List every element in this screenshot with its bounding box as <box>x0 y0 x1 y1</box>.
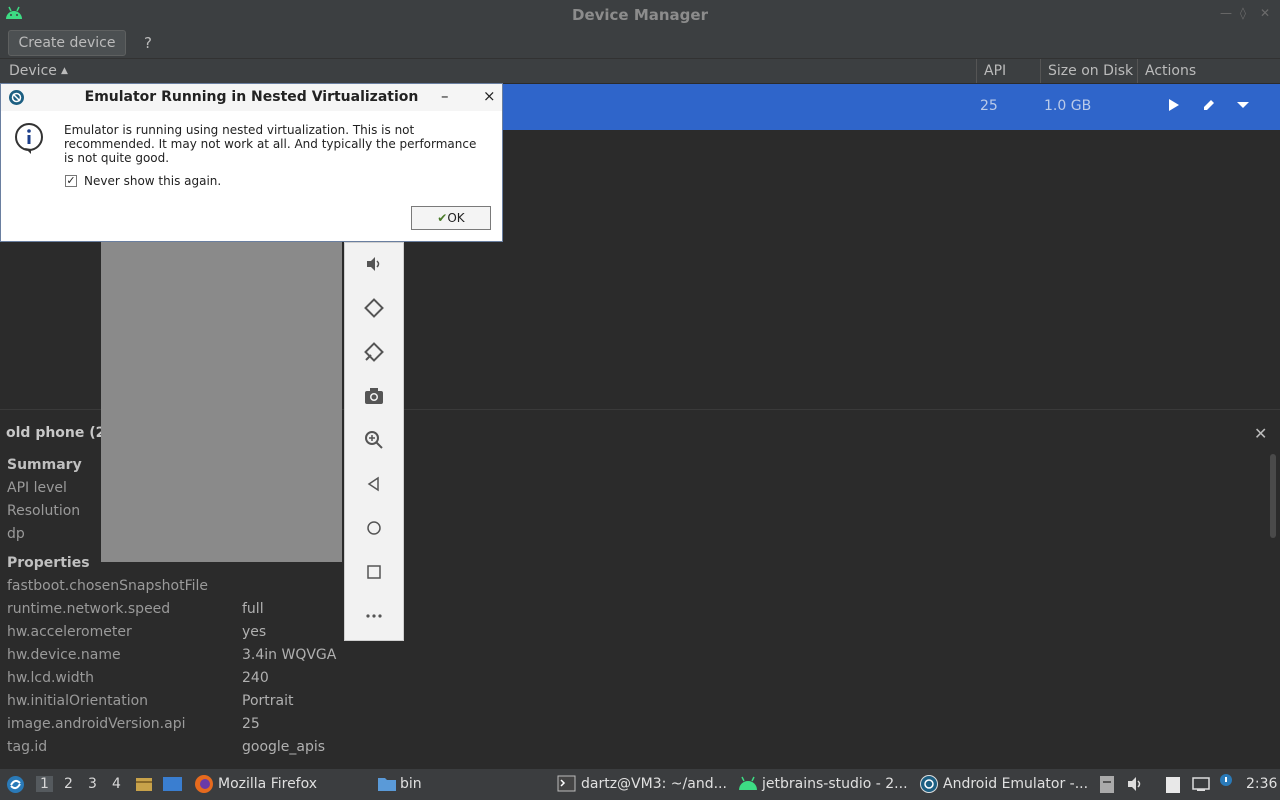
emulator-icon <box>920 775 938 793</box>
details-scrollbar[interactable] <box>1270 454 1276 538</box>
rotate-left-icon[interactable] <box>345 293 403 323</box>
volume-icon[interactable] <box>1126 775 1144 793</box>
clock[interactable]: 2:36 <box>1246 776 1277 792</box>
property-label: runtime.network.speed <box>7 601 171 617</box>
column-device[interactable]: Device <box>9 63 57 79</box>
device-table-header: Device ▲ API Size on Disk Actions <box>0 59 1280 84</box>
task-terminal[interactable]: dartz@VM3: ~/and... <box>581 776 727 792</box>
chevron-down-icon[interactable] <box>1236 100 1250 110</box>
property-label: tag.id <box>7 739 48 755</box>
summary-heading: Summary <box>7 457 82 473</box>
notes-icon[interactable] <box>1164 774 1182 794</box>
emulator-screen[interactable] <box>101 242 342 562</box>
zoom-icon[interactable] <box>345 425 403 455</box>
network-icon[interactable] <box>1191 775 1211 793</box>
property-value: full <box>242 601 264 617</box>
never-show-checkbox[interactable]: ✓ <box>65 175 77 187</box>
property-label: hw.accelerometer <box>7 624 132 640</box>
nested-virtualization-dialog: Emulator Running in Nested Virtualizatio… <box>0 83 503 242</box>
task-android-emulator[interactable]: Android Emulator -... <box>943 776 1088 792</box>
task-jetbrains-studio[interactable]: jetbrains-studio - 2... <box>762 776 908 792</box>
property-value: Portrait <box>242 693 294 709</box>
window-titlebar: Device Manager — ◊ ✕ <box>0 0 1280 29</box>
dialog-title: Emulator Running in Nested Virtualizatio… <box>84 89 419 105</box>
info-icon <box>15 123 43 154</box>
rotate-right-icon[interactable] <box>345 337 403 367</box>
column-divider[interactable] <box>1137 59 1138 83</box>
window-title: Device Manager <box>572 6 708 24</box>
column-api[interactable]: API <box>984 63 1006 79</box>
back-icon[interactable] <box>345 469 403 499</box>
workspace-3[interactable]: 3 <box>88 776 97 792</box>
checkmark-icon: ✔ <box>437 211 448 225</box>
launch-play-icon[interactable] <box>1167 98 1181 112</box>
minimize-icon[interactable]: — <box>1220 6 1232 20</box>
property-value: 25 <box>242 716 260 732</box>
row-api: 25 <box>980 98 998 114</box>
clipboard-icon[interactable] <box>1099 774 1115 794</box>
file-manager-icon[interactable] <box>135 775 153 793</box>
column-size[interactable]: Size on Disk <box>1048 63 1133 79</box>
terminal-icon <box>557 775 576 792</box>
android-icon <box>739 776 757 790</box>
notification-icon[interactable] <box>1217 773 1235 793</box>
home-icon[interactable] <box>345 513 403 543</box>
close-window-icon[interactable]: ✕ <box>1260 6 1270 20</box>
firefox-icon <box>195 775 213 793</box>
summary-label: Resolution <box>7 503 81 519</box>
property-value: 240 <box>242 670 269 686</box>
more-options-icon[interactable] <box>345 601 403 631</box>
taskbar: 1 2 3 4 Mozilla Firefox bin dartz@VM3: ~… <box>0 769 1280 800</box>
workspace-4[interactable]: 4 <box>112 776 121 792</box>
property-label: hw.initialOrientation <box>7 693 149 709</box>
summary-label: API level <box>7 480 67 496</box>
dialog-message: Emulator is running using nested virtual… <box>64 123 477 165</box>
create-device-button[interactable]: Create device <box>8 30 126 56</box>
properties-heading: Properties <box>7 555 90 571</box>
close-details-icon[interactable]: ✕ <box>1254 424 1267 443</box>
camera-icon[interactable] <box>345 381 403 411</box>
restore-icon[interactable]: ◊ <box>1240 6 1246 20</box>
never-show-label[interactable]: Never show this again. <box>84 174 221 188</box>
folder-icon <box>378 778 396 791</box>
column-divider[interactable] <box>976 59 977 83</box>
workspace-1[interactable]: 1 <box>36 776 53 792</box>
column-actions[interactable]: Actions <box>1145 63 1196 79</box>
dialog-minimize-button[interactable]: – <box>441 87 449 105</box>
property-label: fastboot.chosenSnapshotFile <box>7 578 209 594</box>
details-title: old phone (2 <box>6 425 106 441</box>
dialog-close-button[interactable]: × <box>483 87 496 105</box>
start-menu-icon[interactable] <box>6 775 25 794</box>
property-value: 3.4in WQVGA <box>242 647 337 663</box>
summary-label: dp <box>7 526 25 542</box>
ok-label: OK <box>447 211 465 225</box>
property-value: yes <box>242 624 267 640</box>
ok-button[interactable]: ✔OK <box>411 206 491 230</box>
property-label: hw.lcd.width <box>7 670 95 686</box>
row-size: 1.0 GB <box>1044 98 1092 114</box>
task-firefox[interactable]: Mozilla Firefox <box>218 776 317 792</box>
workspace-2[interactable]: 2 <box>64 776 73 792</box>
toolbar: Create device ? <box>0 29 1280 59</box>
dialog-titlebar[interactable]: Emulator Running in Nested Virtualizatio… <box>1 84 502 111</box>
desktop-icon[interactable] <box>162 775 183 793</box>
help-button[interactable]: ? <box>138 30 158 56</box>
sort-ascending-icon: ▲ <box>61 66 68 76</box>
column-divider[interactable] <box>1040 59 1041 83</box>
emulator-toolbar <box>344 242 404 641</box>
task-bin[interactable]: bin <box>400 776 422 792</box>
property-value: google_apis <box>242 739 326 755</box>
overview-icon[interactable] <box>345 557 403 587</box>
property-label: hw.device.name <box>7 647 121 663</box>
property-label: image.androidVersion.api <box>7 716 186 732</box>
edit-pencil-icon[interactable] <box>1202 98 1216 112</box>
volume-icon[interactable] <box>345 249 403 279</box>
